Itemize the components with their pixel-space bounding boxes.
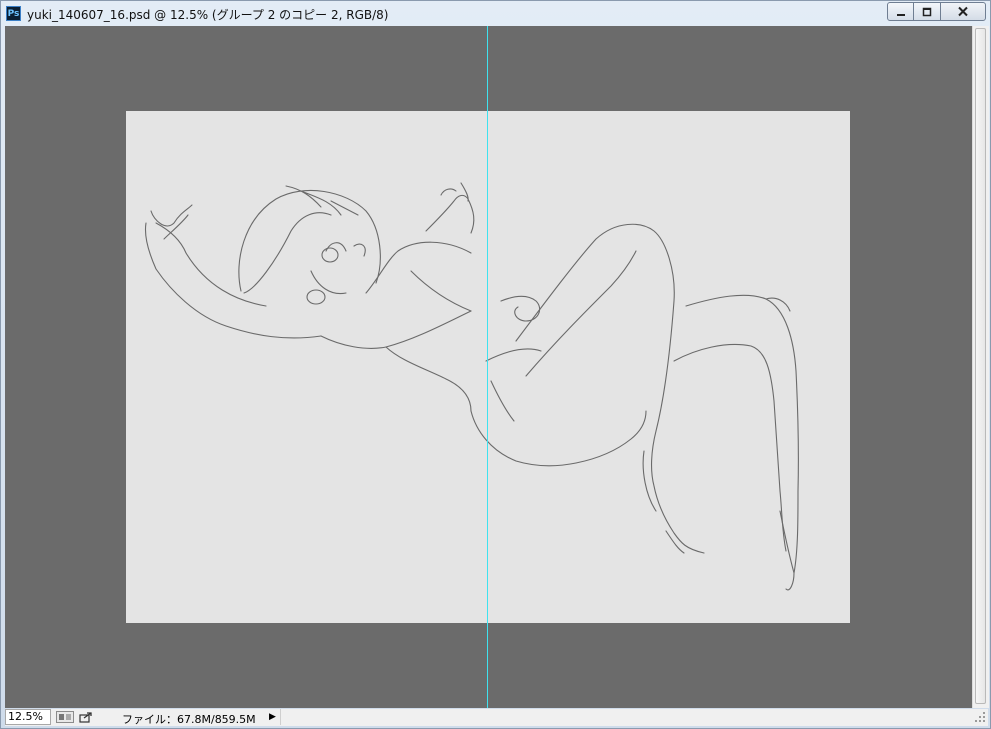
line-art-sketch [144, 182, 799, 591]
photoshop-icon[interactable]: Ps [6, 6, 21, 21]
window-title: yuki_140607_16.psd @ 12.5% (グループ 2 のコピー … [27, 8, 389, 22]
status-menu-arrow-icon[interactable]: ▶ [269, 711, 279, 723]
guide-line[interactable] [487, 26, 488, 708]
title-bar[interactable]: Ps yuki_140607_16.psd @ 12.5% (グループ 2 のコ… [1, 1, 990, 25]
view-toggle-icon[interactable] [56, 711, 74, 723]
close-icon [958, 6, 968, 17]
document-canvas[interactable] [126, 111, 850, 623]
horizontal-scrollbar[interactable] [280, 709, 971, 725]
maximize-button[interactable] [914, 2, 940, 21]
file-size-info[interactable]: ファイル：67.8M/859.5M [122, 711, 256, 727]
document-window: Ps yuki_140607_16.psd @ 12.5% (グループ 2 のコ… [0, 0, 991, 729]
zoom-level-input[interactable]: 12.5% [5, 709, 51, 725]
maximize-icon [922, 7, 932, 16]
share-icon[interactable] [79, 711, 93, 723]
window-controls [887, 2, 986, 21]
resize-grip-icon[interactable] [974, 711, 986, 723]
vertical-scrollbar[interactable] [972, 26, 989, 708]
canvas-workspace[interactable] [5, 26, 972, 708]
vertical-scroll-thumb[interactable] [975, 28, 986, 704]
minimize-icon [896, 13, 905, 16]
minimize-button[interactable] [887, 2, 914, 21]
close-button[interactable] [940, 2, 986, 21]
status-bar: 12.5% ファイル：67.8M/859.5M ▶ [5, 709, 988, 726]
